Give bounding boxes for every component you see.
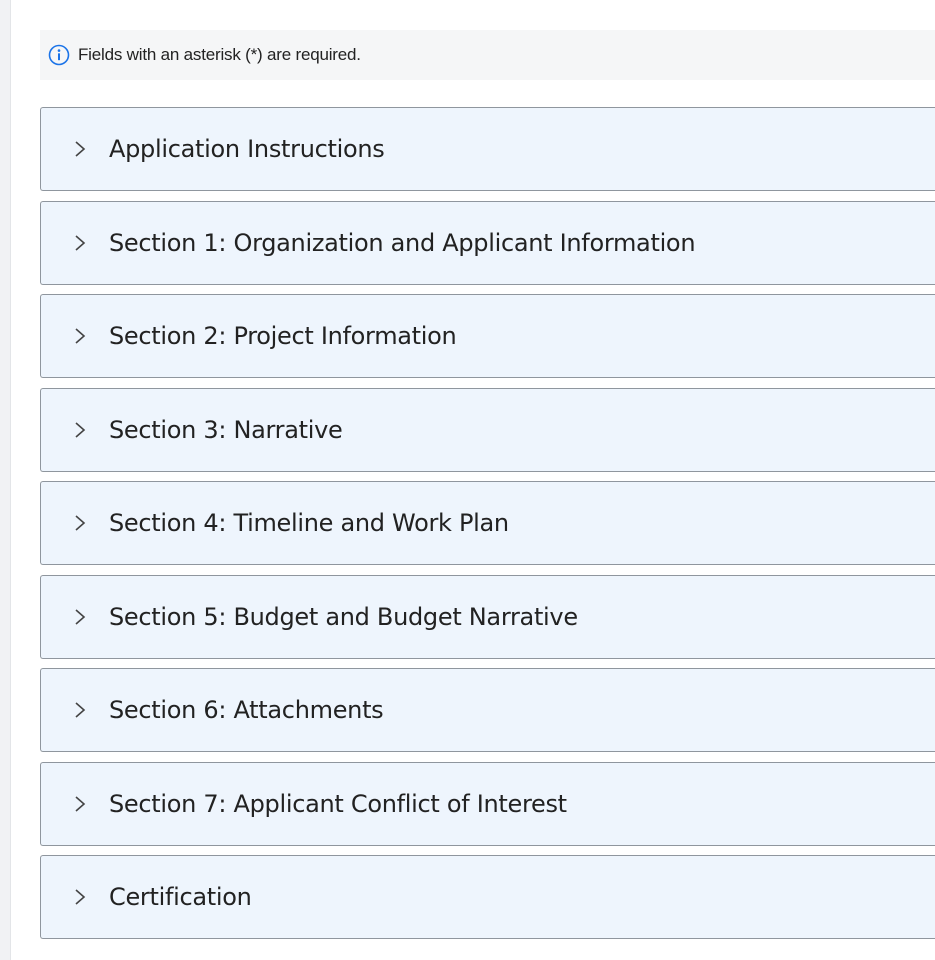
section-label: Section 6: Attachments: [109, 696, 384, 724]
section-label: Section 2: Project Information: [109, 322, 457, 350]
section-label: Section 7: Applicant Conflict of Interes…: [109, 789, 567, 818]
notice-text: Fields with an asterisk (*) are required…: [78, 45, 361, 64]
section-label: Section 3: Narrative: [109, 415, 343, 444]
section-label: Application Instructions: [109, 135, 385, 163]
chevron-right-icon: [73, 513, 87, 533]
chevron-right-icon: [73, 607, 87, 627]
section-label: Section 4: Timeline and Work Plan: [109, 509, 509, 537]
section-label: Certification: [109, 883, 252, 911]
application-form-page: Fields with an asterisk (*) are required…: [0, 0, 935, 960]
section-7-conflict-of-interest[interactable]: Section 7: Applicant Conflict of Interes…: [40, 761, 935, 846]
section-application-instructions[interactable]: Application Instructions: [40, 107, 935, 191]
left-border: [0, 0, 11, 960]
chevron-right-icon: [73, 794, 87, 814]
chevron-right-icon: [73, 326, 87, 346]
section-3-narrative[interactable]: Section 3: Narrative: [40, 387, 935, 472]
section-label: Section 5: Budget and Budget Narrative: [109, 602, 578, 631]
section-4-timeline[interactable]: Section 4: Timeline and Work Plan: [40, 481, 935, 565]
section-accordion: Application Instructions Section 1: Orga…: [40, 107, 935, 949]
chevron-right-icon: [73, 233, 87, 253]
section-2-project-information[interactable]: Section 2: Project Information: [40, 294, 935, 378]
chevron-right-icon: [73, 420, 87, 440]
section-1-organization[interactable]: Section 1: Organization and Applicant In…: [40, 200, 935, 285]
chevron-right-icon: [73, 700, 87, 720]
chevron-right-icon: [73, 887, 87, 907]
section-certification[interactable]: Certification: [40, 855, 935, 939]
section-5-budget[interactable]: Section 5: Budget and Budget Narrative: [40, 574, 935, 659]
chevron-right-icon: [73, 139, 87, 159]
section-label: Section 1: Organization and Applicant In…: [109, 228, 696, 257]
required-fields-notice: Fields with an asterisk (*) are required…: [40, 30, 935, 80]
info-circle-icon: [48, 44, 70, 66]
section-6-attachments[interactable]: Section 6: Attachments: [40, 668, 935, 752]
